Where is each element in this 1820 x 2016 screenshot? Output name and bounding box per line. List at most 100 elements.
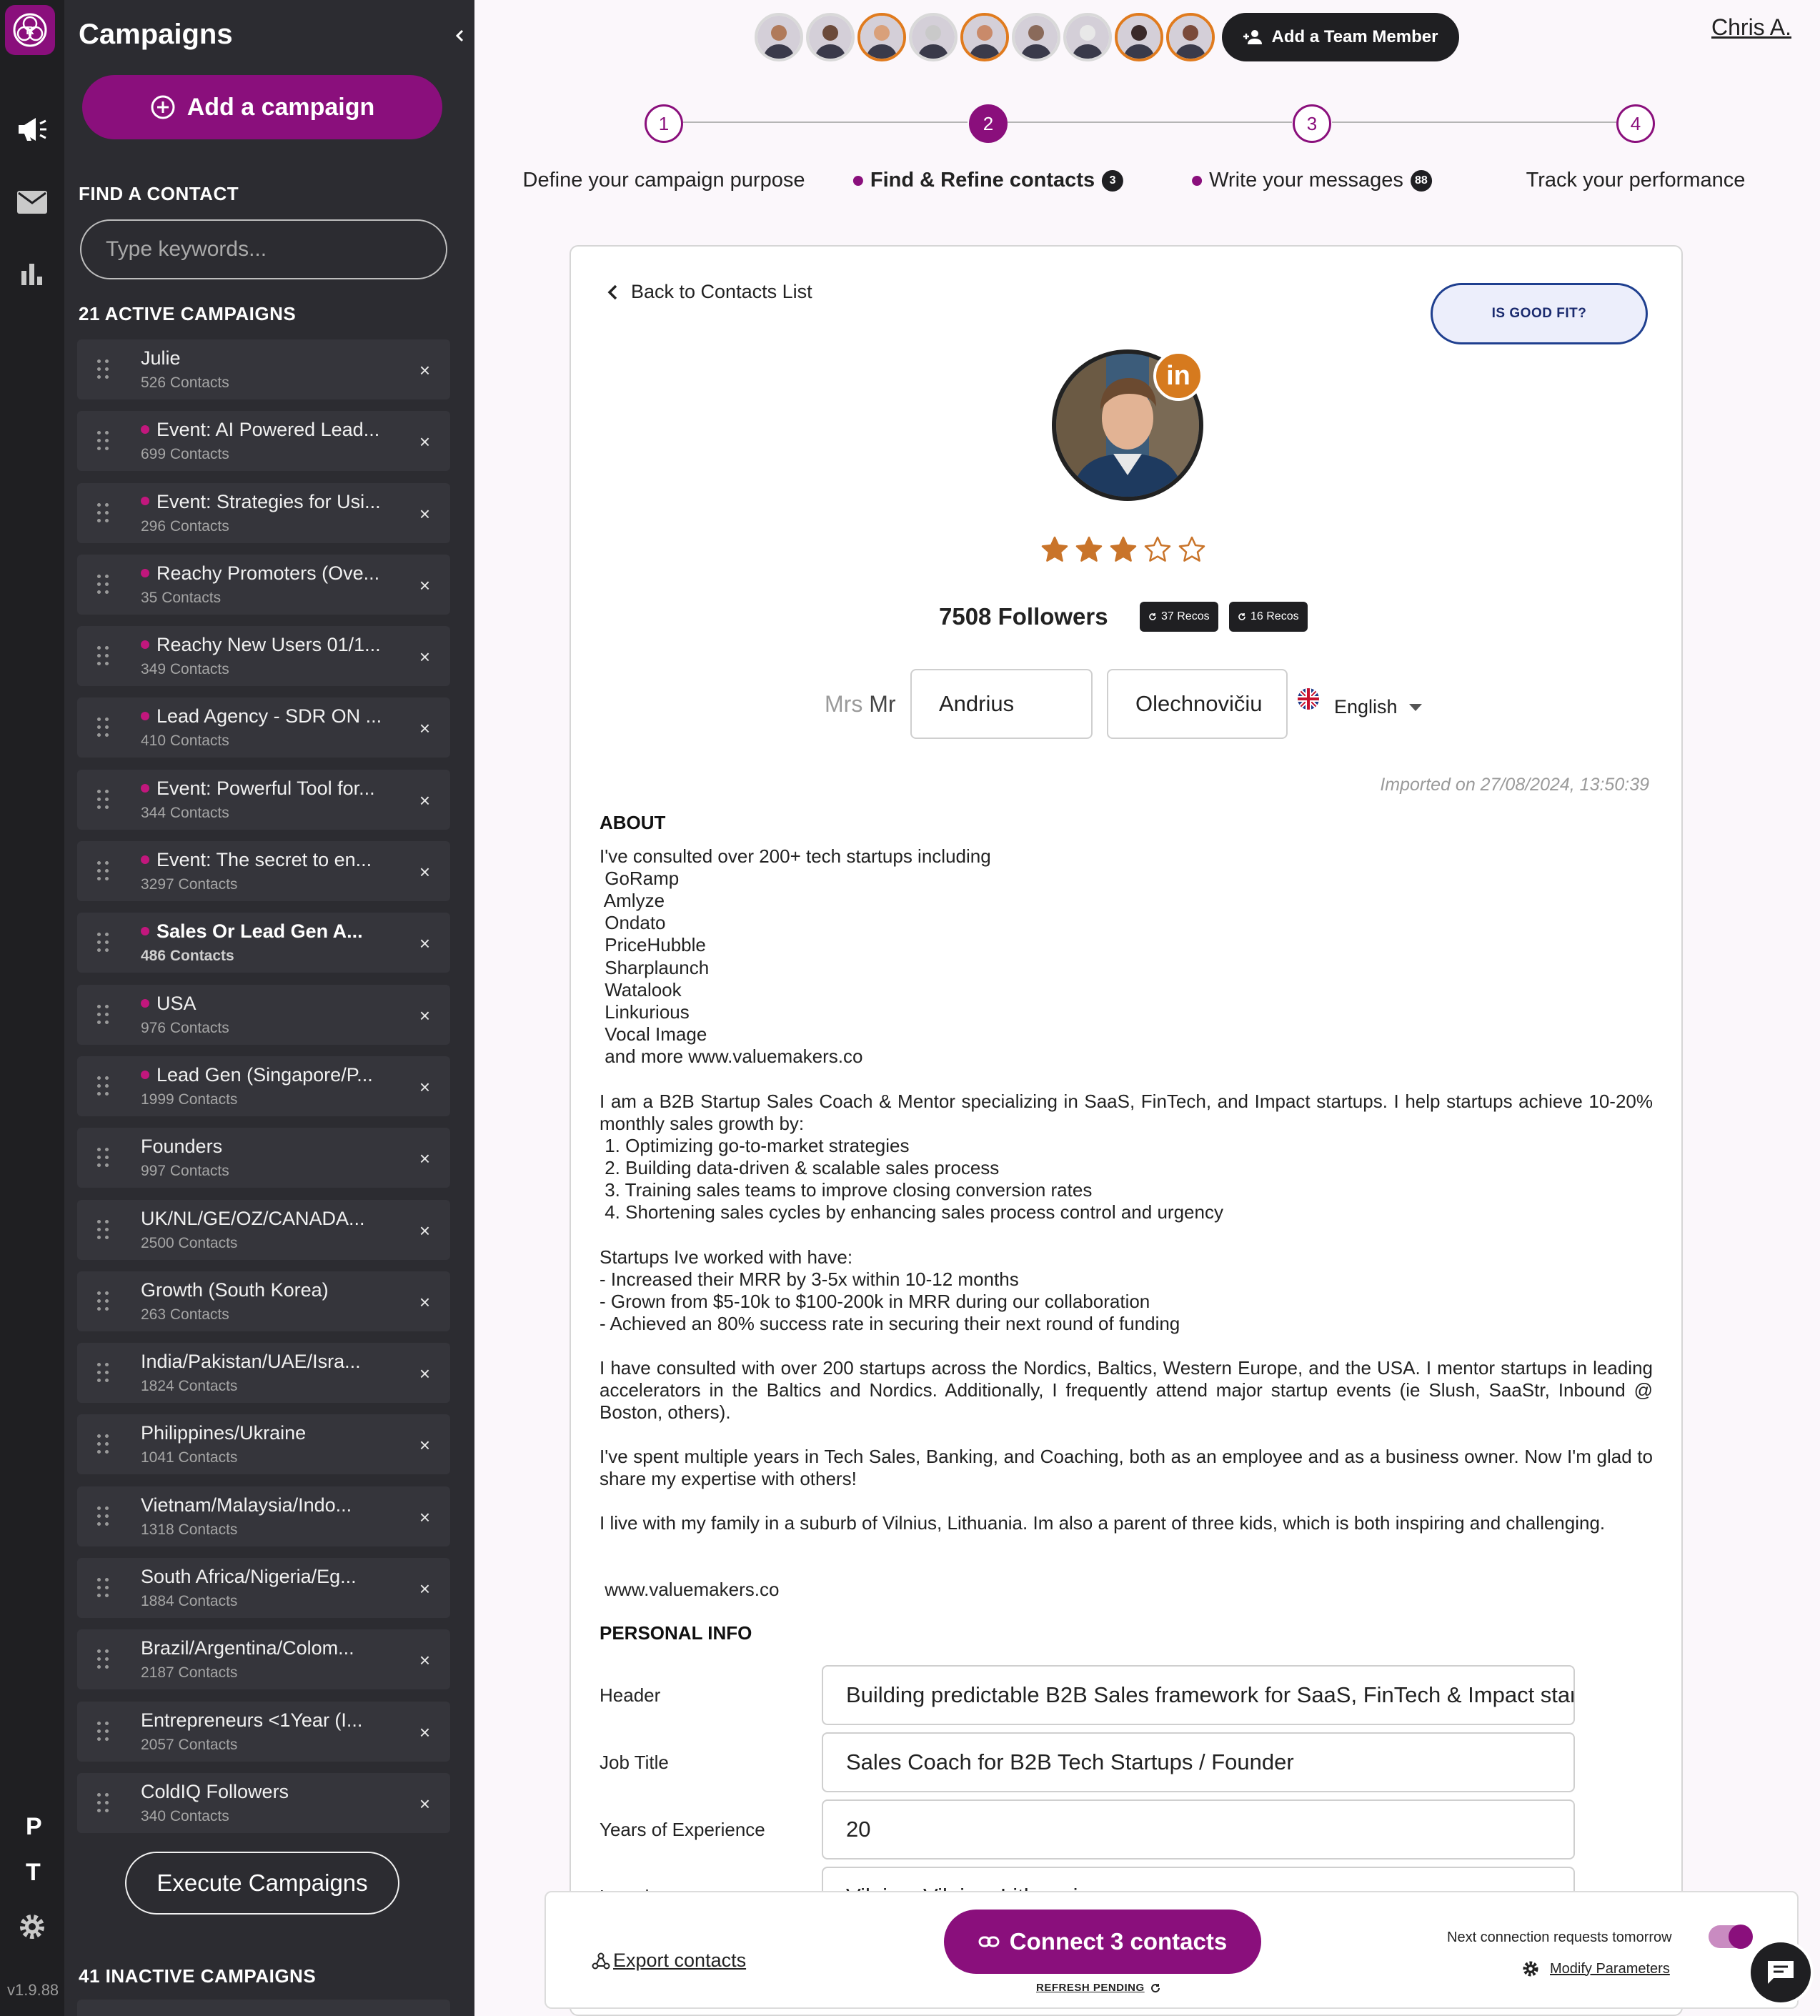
campaign-item[interactable]: USA 976 Contacts × [77, 984, 450, 1045]
remove-campaign-icon[interactable]: × [419, 1434, 430, 1456]
remove-campaign-icon[interactable]: × [419, 359, 430, 382]
salutation-mrs[interactable]: Mrs [825, 691, 862, 717]
campaign-item[interactable]: Julie 526 Contacts × [77, 339, 450, 399]
field-input[interactable]: 20 [822, 1799, 1575, 1859]
team-member-avatar[interactable] [1012, 13, 1060, 61]
team-member-avatar[interactable] [909, 13, 958, 61]
drag-handle-icon[interactable] [97, 359, 109, 379]
drag-handle-icon[interactable] [97, 1792, 109, 1813]
gear-icon[interactable] [14, 1909, 50, 1945]
remove-campaign-icon[interactable]: × [419, 861, 430, 883]
first-name-field[interactable]: Andrius [910, 669, 1093, 739]
modify-parameters-link[interactable]: Modify Parameters [1521, 1960, 1670, 1978]
remove-campaign-icon[interactable]: × [419, 1148, 430, 1170]
remove-campaign-icon[interactable]: × [419, 431, 430, 453]
team-member-avatar[interactable] [806, 13, 855, 61]
drag-handle-icon[interactable] [97, 1291, 109, 1311]
drag-handle-icon[interactable] [97, 1219, 109, 1240]
star-filled-icon[interactable] [1109, 535, 1138, 564]
last-name-field[interactable]: Olechnovičiu [1107, 669, 1288, 739]
drag-handle-icon[interactable] [97, 789, 109, 810]
user-menu[interactable]: Chris A. [1711, 14, 1791, 41]
drag-handle-icon[interactable] [97, 502, 109, 523]
rail-letter-t[interactable]: T [26, 1859, 41, 1887]
contact-search-input[interactable] [80, 219, 447, 279]
star-empty-icon[interactable] [1178, 535, 1206, 564]
remove-campaign-icon[interactable]: × [419, 1363, 430, 1385]
mail-icon[interactable] [14, 184, 50, 220]
step-4-label[interactable]: Track your performance [1526, 169, 1746, 192]
step-2-label[interactable]: Find & Refine contacts 3 [852, 169, 1124, 192]
remove-campaign-icon[interactable]: × [419, 790, 430, 812]
salutation-mr[interactable]: Mr [869, 691, 895, 717]
campaign-item[interactable]: ColdIQ Followers 340 Contacts × [77, 1772, 450, 1833]
campaign-item[interactable]: Sales Or Lead Gen A... 486 Contacts × [77, 913, 450, 973]
drag-handle-icon[interactable] [97, 1076, 109, 1096]
refresh-pending-link[interactable]: REFRESH PENDING [1036, 1982, 1160, 1994]
step-4-circle[interactable]: 4 [1616, 104, 1655, 143]
campaign-item[interactable]: Philippines/Ukraine 1041 Contacts × [77, 1414, 450, 1475]
campaign-item[interactable]: Vietnam/Malaysia/Indo... 1318 Contacts × [77, 1486, 450, 1546]
step-3-circle[interactable]: 3 [1293, 104, 1331, 143]
remove-campaign-icon[interactable]: × [419, 933, 430, 955]
drag-handle-icon[interactable] [97, 1148, 109, 1168]
bar-chart-icon[interactable] [14, 256, 50, 292]
remove-campaign-icon[interactable]: × [419, 1220, 430, 1242]
remove-campaign-icon[interactable]: × [419, 646, 430, 668]
remove-campaign-icon[interactable]: × [419, 1076, 430, 1098]
campaign-item[interactable]: India/Pakistan/UAE/Isra... 1824 Contacts × [77, 1343, 450, 1404]
campaign-item[interactable]: Event: The secret to en... 3297 Contacts × [77, 841, 450, 902]
add-team-member-button[interactable]: Add a Team Member [1222, 13, 1459, 61]
remove-campaign-icon[interactable]: × [419, 1005, 430, 1027]
drag-handle-icon[interactable] [97, 1578, 109, 1598]
rating-stars[interactable] [1040, 535, 1206, 564]
field-input[interactable]: Sales Coach for B2B Tech Startups / Foun… [822, 1732, 1575, 1792]
export-contacts-link[interactable]: Export contacts [592, 1950, 746, 1972]
star-empty-icon[interactable] [1143, 535, 1172, 564]
campaign-item[interactable]: Reachy New Users 01/1... 349 Contacts × [77, 626, 450, 687]
step-3-label[interactable]: Write your messages 88 [1192, 169, 1432, 192]
is-good-fit-button[interactable]: IS GOOD FIT? [1431, 283, 1648, 344]
remove-campaign-icon[interactable]: × [419, 1291, 430, 1314]
next-connection-toggle[interactable] [1709, 1925, 1753, 1949]
step-1-label[interactable]: Define your campaign purpose [523, 169, 805, 192]
drag-handle-icon[interactable] [97, 717, 109, 738]
campaign-item[interactable]: Reachy Promoters (Ove... 35 Contacts × [77, 554, 450, 615]
inactive-campaign-item[interactable] [77, 2000, 450, 2016]
field-input[interactable]: Building predictable B2B Sales framework… [822, 1665, 1575, 1725]
rail-letter-p[interactable]: P [26, 1813, 42, 1841]
drag-handle-icon[interactable] [97, 431, 109, 451]
team-member-avatar[interactable] [755, 13, 803, 61]
remove-campaign-icon[interactable]: × [419, 1506, 430, 1529]
campaign-item[interactable]: Founders 997 Contacts × [77, 1128, 450, 1188]
campaign-item[interactable]: South Africa/Nigeria/Eg... 1884 Contacts × [77, 1558, 450, 1619]
drag-handle-icon[interactable] [97, 1649, 109, 1669]
team-member-avatar[interactable] [960, 13, 1009, 61]
drag-handle-icon[interactable] [97, 1506, 109, 1526]
drag-handle-icon[interactable] [97, 933, 109, 953]
campaign-item[interactable]: Brazil/Argentina/Colom... 2187 Contacts × [77, 1629, 450, 1690]
drag-handle-icon[interactable] [97, 1363, 109, 1383]
add-campaign-button[interactable]: Add a campaign [82, 75, 442, 139]
campaign-item[interactable]: UK/NL/GE/OZ/CANADA... 2500 Contacts × [77, 1199, 450, 1260]
campaign-item[interactable]: Event: AI Powered Lead... 699 Contacts × [77, 411, 450, 472]
campaign-item[interactable]: Event: Powerful Tool for... 344 Contacts × [77, 769, 450, 830]
remove-campaign-icon[interactable]: × [419, 1722, 430, 1744]
star-filled-icon[interactable] [1040, 535, 1069, 564]
execute-campaigns-button[interactable]: Execute Campaigns [125, 1852, 399, 1915]
campaign-item[interactable]: Growth (South Korea) 263 Contacts × [77, 1271, 450, 1331]
drag-handle-icon[interactable] [97, 646, 109, 666]
drag-handle-icon[interactable] [97, 861, 109, 881]
team-member-avatar[interactable] [1063, 13, 1112, 61]
remove-campaign-icon[interactable]: × [419, 1649, 430, 1672]
team-member-avatar[interactable] [1115, 13, 1163, 61]
campaign-item[interactable]: Lead Agency - SDR ON ... 410 Contacts × [77, 697, 450, 758]
remove-campaign-icon[interactable]: × [419, 575, 430, 597]
drag-handle-icon[interactable] [97, 574, 109, 595]
campaign-item[interactable]: Lead Gen (Singapore/P... 1999 Contacts × [77, 1056, 450, 1116]
remove-campaign-icon[interactable]: × [419, 717, 430, 740]
step-1-circle[interactable]: 1 [645, 104, 683, 143]
campaign-item[interactable]: Entrepreneurs <1Year (I... 2057 Contacts × [77, 1701, 450, 1762]
team-member-avatar[interactable] [857, 13, 906, 61]
back-to-contacts-link[interactable]: Back to Contacts List [607, 281, 812, 303]
